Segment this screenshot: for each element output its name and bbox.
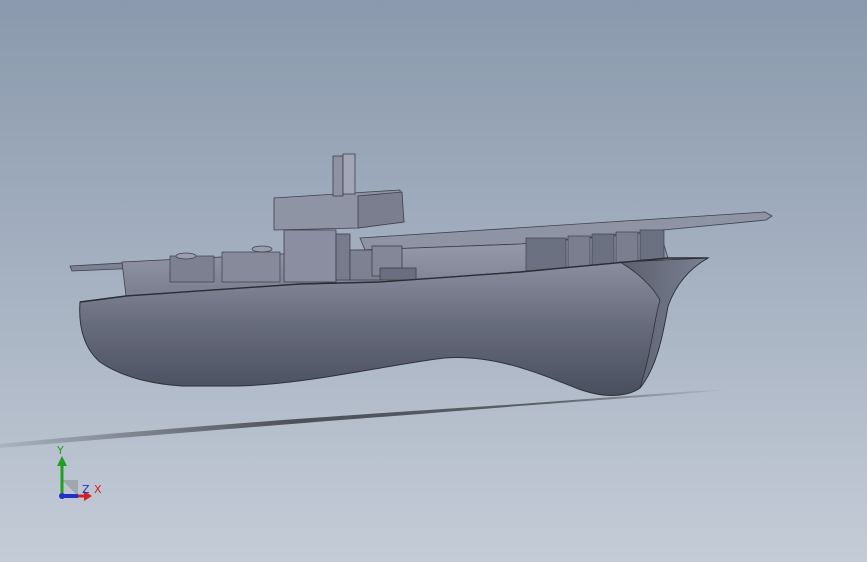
x-axis-label: X xyxy=(94,483,102,496)
y-axis-label: Y xyxy=(56,444,64,457)
mast-pipes xyxy=(332,153,356,197)
z-axis-label: Z xyxy=(82,483,90,496)
graphics-viewport[interactable]: Y Z X xyxy=(0,0,867,562)
view-orientation-triad[interactable]: Y Z X xyxy=(48,442,112,506)
triad-base-icon xyxy=(62,480,78,496)
ship-model[interactable] xyxy=(0,0,867,562)
aft-cylinders xyxy=(169,245,281,283)
ground-shadow xyxy=(0,389,730,448)
